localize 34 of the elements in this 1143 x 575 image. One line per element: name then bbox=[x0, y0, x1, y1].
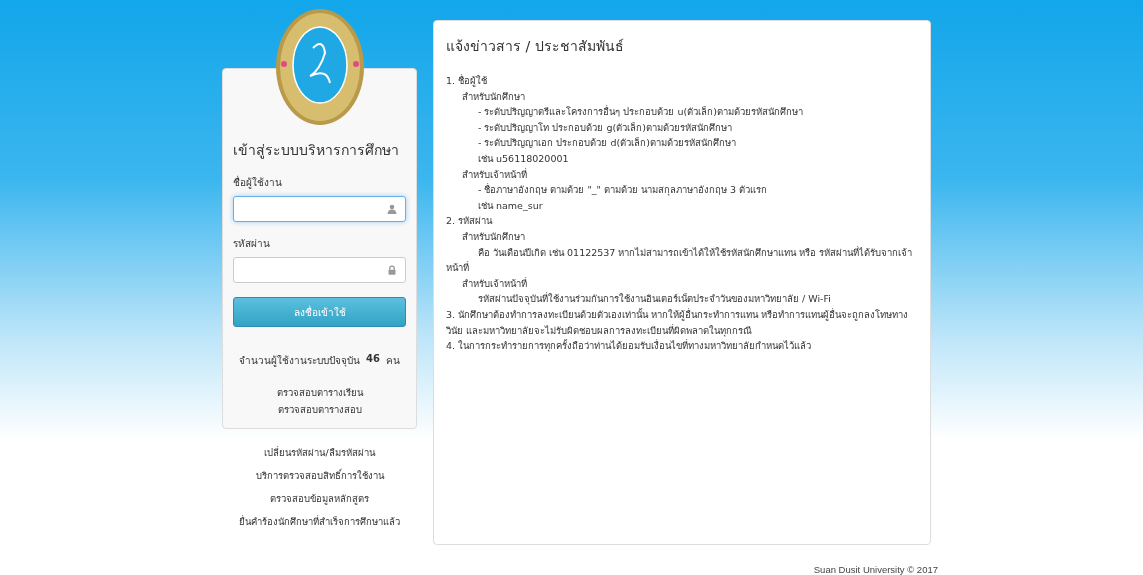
service-link[interactable]: เปลี่ยนรหัสผ่าน/ลืมรหัสผ่าน bbox=[264, 443, 375, 462]
news-text: สำหรับนักศึกษา bbox=[461, 89, 526, 104]
schedule-link[interactable]: ตรวจสอบตารางสอบ bbox=[233, 401, 406, 418]
news-text: สำหรับนักศึกษา bbox=[461, 229, 526, 244]
online-users-count: 46 bbox=[366, 353, 380, 366]
schedule-link[interactable]: ตรวจสอบตารางเรียน bbox=[233, 384, 406, 401]
user-icon bbox=[387, 204, 397, 214]
news-text: รหัสผ่านปัจจุบันที่ใช้งานร่วมกันการใช้งานอินเตอร์เน็ตประจำวันของมหาวิทยาลัย / Wi-Fi bbox=[477, 291, 832, 307]
news-text: - ระดับปริญญาโท ประกอบด้วย g(ตัวเล็ก)ตามด้วยรหัสนักศึกษา bbox=[477, 120, 733, 135]
news-text: เช่น name_sur bbox=[477, 198, 544, 213]
news-text: คือ วันเดือนปีเกิด เช่น 01122537 หากไม่สามารถเข้าได้ให้ใช้รหัสนักศึกษาแทน หรือ รหัสผ่านที่ได้รับจากเจ้าหน้าที่ bbox=[446, 245, 914, 276]
lock-icon bbox=[387, 265, 397, 275]
news-title: แจ้งข่าวสาร / ประชาสัมพันธ์ bbox=[446, 37, 625, 56]
password-field[interactable] bbox=[233, 257, 406, 283]
online-users-label: จำนวนผู้ใช้งานระบบปัจจุบัน bbox=[239, 354, 361, 368]
footer-text: Suan Dusit University © 2017 bbox=[813, 564, 938, 575]
login-title: เข้าสู่ระบบบริหารการศึกษา bbox=[233, 141, 400, 161]
news-text: - ระดับปริญญาตรีและโครงการอื่นๆ ประกอบด้วย u(ตัวเล็ก)ตามด้วยรหัสนักศึกษา bbox=[477, 104, 804, 120]
news-text: 4. ในการกระทำรายการทุกครั้งถือว่าท่านได้ยอมรับเงื่อนไขที่ทางมหาวิทยาลัยกำหนดไว้แล้ว bbox=[446, 338, 813, 354]
service-link[interactable]: บริการตรวจสอบสิทธิ์การใช้งาน bbox=[255, 466, 384, 485]
online-users-unit: คน bbox=[385, 354, 400, 368]
username-field[interactable] bbox=[233, 196, 406, 222]
news-text: สำหรับเจ้าหน้าที่ bbox=[461, 167, 528, 182]
news-text: - ระดับปริญญาเอก ประกอบด้วย d(ตัวเล็ก)ตามด้วยรหัสนักศึกษา bbox=[477, 136, 737, 151]
field-label: รหัสผ่าน bbox=[233, 237, 271, 251]
service-link[interactable]: ตรวจสอบข้อมูลหลักสูตร bbox=[270, 489, 369, 508]
news-text: สำหรับเจ้าหน้าที่ bbox=[461, 276, 528, 291]
service-link[interactable]: ยื่นคำร้องนักศึกษาที่สำเร็จการศึกษาแล้ว bbox=[239, 512, 400, 531]
news-text: 3. นักศึกษาต้องทำการลงทะเบียนด้วยตัวเองเท่านั้น หากให้ผู้อื่นกระทำการแทน หรือทำการแทนผู้อื่นจะถูกลงโทษทางวินัย และมหาวิทยาลัยจะไม่รับผิดชอบผลการลงทะเบียนที่ผิดพลาดในทุกกรณี bbox=[446, 307, 910, 339]
field-label: ชื่อผู้ใช้งาน bbox=[233, 175, 283, 190]
news-text: - ชื่อภาษาอังกฤษ ตามด้วย "_" ตามด้วย นามสกุลภาษาอังกฤษ 3 ตัวแรก bbox=[477, 182, 769, 198]
news-text: 1. ชื่อผู้ใช้ bbox=[446, 73, 489, 89]
news-text: 2. รหัสผ่าน bbox=[446, 214, 494, 229]
news-text: เช่น u56118020001 bbox=[477, 151, 570, 166]
